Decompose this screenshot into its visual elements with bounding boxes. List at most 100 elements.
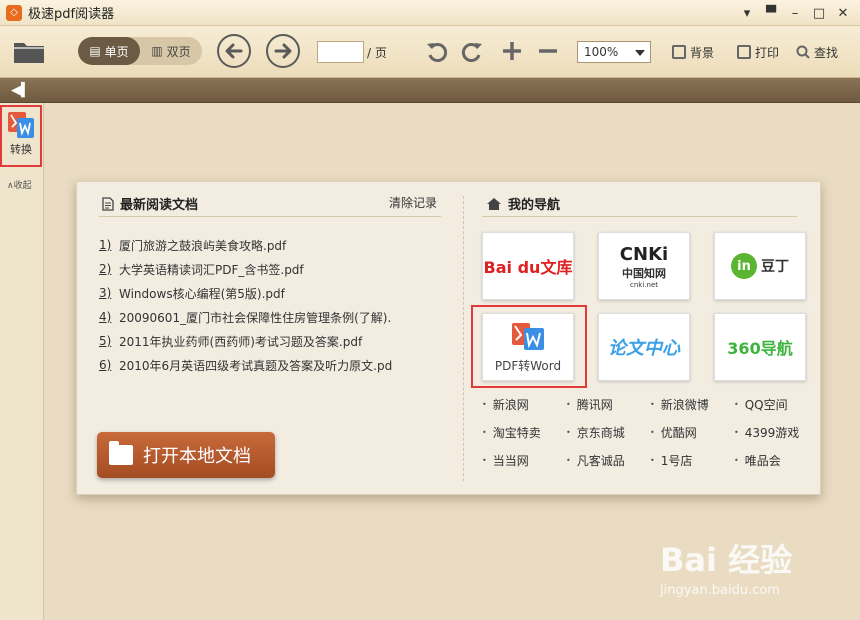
single-page-icon: ▤	[89, 44, 101, 58]
folder-icon	[14, 43, 44, 63]
left-tool-rail: 转换 ∧收起	[0, 103, 44, 620]
single-page-button[interactable]: ▤ 单页	[78, 37, 140, 65]
previous-page-button[interactable]	[217, 34, 251, 68]
collapse-sidebar-icon[interactable]: ◀▍	[11, 83, 31, 98]
page-view-toggle: ▤ 单页 ▥ 双页	[78, 37, 202, 65]
recent-doc-name: 2011年执业药师(西药师)考试习题及答案.pdf	[119, 334, 363, 349]
nav-link[interactable]: 新浪网	[482, 390, 566, 418]
minus-icon	[539, 49, 557, 53]
recent-doc-name: Windows核心编程(第5版).pdf	[119, 286, 285, 301]
open-folder-button[interactable]	[12, 36, 46, 66]
nav-link[interactable]: 当当网	[482, 446, 566, 474]
rotate-right-button[interactable]	[459, 39, 485, 65]
zoom-out-button[interactable]	[535, 38, 561, 64]
nav-tile-360-nav[interactable]: 360导航	[714, 313, 806, 381]
recent-doc-item[interactable]: 2) 大学英语精读词汇PDF_含书签.pdf	[99, 257, 392, 281]
page-suffix: / 页	[367, 45, 387, 60]
nav-link[interactable]: 京东商城	[566, 418, 650, 446]
recent-docs-header: 最新阅读文档	[102, 194, 198, 213]
rotate-left-button[interactable]	[424, 39, 450, 65]
open-local-file-button[interactable]: 打开本地文档	[97, 432, 275, 478]
double-page-label: 双页	[166, 44, 191, 59]
window-controls: ▾ ▀ – □ ✕	[736, 3, 854, 23]
print-button[interactable]: 打印	[737, 41, 779, 63]
skin-icon[interactable]: ▀	[760, 3, 782, 23]
app-logo-icon: ◇	[6, 4, 22, 21]
zoom-value: 100%	[584, 45, 619, 59]
docin-name: 豆丁	[761, 259, 789, 275]
recent-doc-number: 2)	[99, 262, 112, 276]
arrow-left-icon	[225, 43, 243, 59]
close-icon[interactable]: ✕	[832, 3, 854, 23]
baidu-wenku-logo: Bai du文库	[483, 258, 573, 277]
rotate-left-icon	[427, 43, 448, 62]
menu-dropdown-icon[interactable]: ▾	[736, 3, 758, 23]
recent-doc-number: 1)	[99, 238, 112, 252]
find-label: 查找	[814, 45, 839, 60]
home-icon	[487, 197, 501, 210]
open-local-file-label: 打开本地文档	[143, 446, 251, 467]
cnki-logo: CNKi	[619, 243, 669, 265]
nav-header-rule	[482, 216, 797, 217]
nav-link[interactable]: 凡客诚品	[566, 446, 650, 474]
maximize-icon[interactable]: □	[808, 3, 830, 23]
recent-doc-number: 5)	[99, 334, 112, 348]
nav-link[interactable]: 4399游戏	[734, 418, 818, 446]
collapse-link[interactable]: ∧收起	[7, 178, 32, 191]
watermark-sub: jingyan.baidu.com	[660, 583, 780, 598]
recent-doc-number: 4)	[99, 310, 112, 324]
nav-link-grid: 新浪网 腾讯网 新浪微博 QQ空间 淘宝特卖 京东商城 优酷网 4399游戏 当…	[482, 390, 818, 474]
nav-tile-paper-center[interactable]: 论文中心	[598, 313, 690, 381]
single-page-label: 单页	[104, 44, 129, 59]
nav-link[interactable]: 淘宝特卖	[482, 418, 566, 446]
convert-label: 转换	[10, 143, 32, 156]
recent-doc-item[interactable]: 5) 2011年执业药师(西药师)考试习题及答案.pdf	[99, 329, 392, 353]
toolbar: ▤ 单页 ▥ 双页 / 页 100% 背景 打印 查找	[0, 26, 860, 78]
rotate-right-icon	[461, 43, 482, 62]
cnki-url: cnki.net	[630, 280, 658, 289]
zoom-select[interactable]: 100%	[577, 41, 651, 63]
nav-link[interactable]: 新浪微博	[650, 390, 734, 418]
document-icon	[102, 196, 114, 211]
clear-history-link[interactable]: 清除记录	[389, 194, 437, 211]
recent-header-rule	[99, 216, 441, 217]
recent-doc-name: 20090601_厦门市社会保障性住房管理条例(了解).	[119, 310, 392, 325]
baidu-jingyan-watermark: Bai 经验 jingyan.baidu.com	[660, 535, 792, 598]
background-button[interactable]: 背景	[672, 41, 714, 63]
highlight-annotation	[471, 305, 587, 388]
cnki-name: 中国知网	[622, 266, 666, 280]
double-page-icon: ▥	[151, 44, 163, 58]
start-panel: 最新阅读文档 清除记录 1) 厦门旅游之鼓浪屿美食攻略.pdf 2) 大学英语精读词…	[76, 181, 821, 495]
nav-link[interactable]: 唯品会	[734, 446, 818, 474]
recent-docs-list: 1) 厦门旅游之鼓浪屿美食攻略.pdf 2) 大学英语精读词汇PDF_含书签.pdf…	[99, 233, 392, 377]
convert-button[interactable]: 转换	[0, 105, 42, 167]
recent-doc-item[interactable]: 4) 20090601_厦门市社会保障性住房管理条例(了解).	[99, 305, 392, 329]
nav-link[interactable]: 腾讯网	[566, 390, 650, 418]
nav-header: 我的导航	[486, 194, 560, 213]
double-page-button[interactable]: ▥ 双页	[140, 37, 202, 65]
paper-center-logo: 论文中心	[608, 338, 680, 359]
search-icon	[796, 45, 810, 59]
print-label: 打印	[755, 45, 780, 60]
pdf-to-word-icon	[8, 112, 34, 138]
nav-tile-cnki[interactable]: CNKi 中国知网 cnki.net	[598, 232, 690, 300]
nav-link[interactable]: QQ空间	[734, 390, 818, 418]
recent-doc-item[interactable]: 1) 厦门旅游之鼓浪屿美食攻略.pdf	[99, 233, 392, 257]
sidebar-header-bar: ◀▍	[0, 78, 860, 103]
recent-doc-name: 厦门旅游之鼓浪屿美食攻略.pdf	[119, 238, 287, 253]
recent-doc-item[interactable]: 3) Windows核心编程(第5版).pdf	[99, 281, 392, 305]
minimize-icon[interactable]: –	[784, 3, 806, 23]
nav-tile-docin[interactable]: in 豆丁	[714, 232, 806, 300]
plus-icon	[503, 42, 521, 60]
next-page-button[interactable]	[266, 34, 300, 68]
zoom-in-button[interactable]	[499, 38, 525, 64]
nav-link[interactable]: 1号店	[650, 446, 734, 474]
find-button[interactable]: 查找	[796, 41, 838, 63]
nav-tile-baidu-wenku[interactable]: Bai du文库	[482, 232, 574, 300]
nav-link[interactable]: 优酷网	[650, 418, 734, 446]
page-number-input[interactable]	[317, 41, 364, 63]
recent-doc-number: 6)	[99, 358, 112, 372]
recent-doc-name: 2010年6月英语四级考试真题及答案及听力原文.pd	[119, 358, 393, 373]
nav-360-logo: 360导航	[727, 339, 793, 358]
recent-doc-item[interactable]: 6) 2010年6月英语四级考试真题及答案及听力原文.pd	[99, 353, 392, 377]
